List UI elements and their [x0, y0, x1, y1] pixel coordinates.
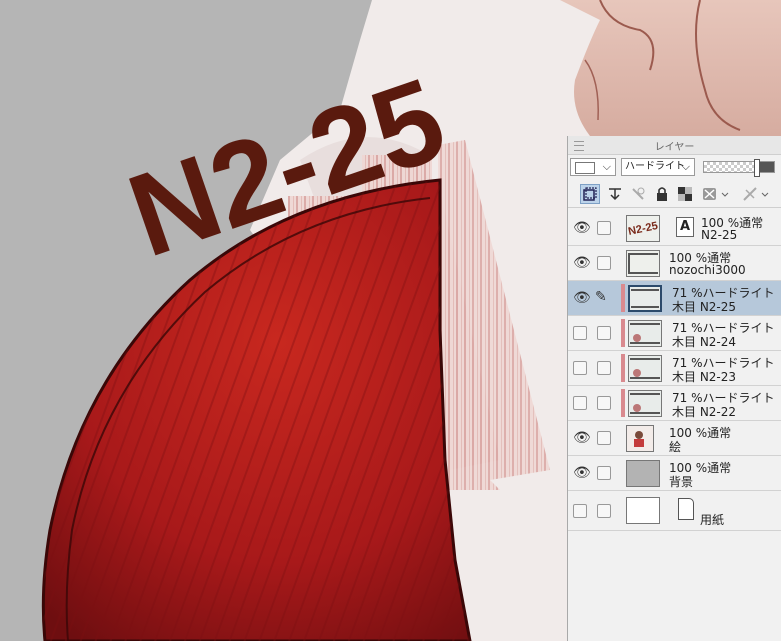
layer-row[interactable]: 👁 N2-25 A 100 %通常 N2-25 [568, 211, 781, 246]
layer-name: 背景 [669, 475, 694, 489]
visibility-checkbox[interactable] [573, 361, 587, 375]
layer-name: 木目 N2-25 [672, 300, 737, 314]
layer-thumbnail [628, 390, 662, 417]
eye-icon[interactable]: 👁 [573, 291, 591, 305]
clipping-indicator [621, 284, 625, 312]
new-layer-icon[interactable] [580, 184, 600, 204]
visibility-checkbox[interactable] [573, 326, 587, 340]
layer-lock-checkbox[interactable] [597, 326, 611, 340]
layer-lock-checkbox[interactable] [597, 361, 611, 375]
layer-row[interactable]: 71 %ハードライト 木目 N2-24 [568, 316, 781, 351]
visibility-checkbox[interactable] [573, 396, 587, 410]
layer-thumbnail [626, 497, 660, 524]
mask-icon[interactable] [700, 184, 734, 204]
layer-row[interactable]: 71 %ハードライト 木目 N2-23 [568, 351, 781, 386]
layer-thumbnail [626, 460, 660, 487]
layer-row[interactable]: 71 %ハードライト 木目 N2-22 [568, 386, 781, 421]
layer-row[interactable]: 👁 100 %通常 nozochi3000 [568, 246, 781, 281]
layer-thumbnail [626, 425, 654, 452]
clipping-indicator [621, 319, 625, 347]
chevron-down-icon: ⌵ [681, 160, 690, 173]
layer-lock-checkbox[interactable] [597, 504, 611, 518]
layer-name: 木目 N2-23 [672, 370, 737, 384]
transfer-icon[interactable] [605, 184, 625, 204]
layer-lock-checkbox[interactable] [597, 256, 611, 270]
layer-name: 木目 N2-22 [672, 405, 737, 419]
lock-icon[interactable] [652, 184, 672, 204]
clipping-indicator [621, 354, 625, 382]
layer-name: 絵 [669, 440, 682, 454]
opacity-slider[interactable] [703, 159, 775, 177]
eye-icon[interactable]: 👁 [573, 221, 591, 235]
layer-color-dropdown[interactable]: ⌵ [570, 158, 616, 176]
layer-thumbnail [628, 355, 662, 382]
layer-thumbnail [628, 320, 662, 347]
layer-thumbnail [628, 285, 662, 312]
layer-row[interactable]: 👁 100 %通常 絵 [568, 421, 781, 456]
layer-row[interactable]: 👁 100 %通常 背景 [568, 456, 781, 491]
layer-thumbnail [626, 250, 660, 277]
palette-title: レイヤー [654, 142, 695, 153]
blend-mode-value: ハードライト [625, 161, 685, 172]
palette-toolbar [568, 181, 781, 208]
layer-name: 用紙 [700, 513, 725, 527]
layer-row-selected[interactable]: 👁 ✎ 71 %ハードライト 木目 N2-25 [568, 281, 781, 316]
palette-top-controls: ⌵ ハードライト ⌵ [568, 155, 781, 179]
palette-title-bar[interactable]: レイヤー [568, 136, 781, 155]
lock-transparent-icon[interactable] [628, 184, 648, 204]
blend-mode-dropdown[interactable]: ハードライト ⌵ [621, 158, 695, 176]
layer-lock-checkbox[interactable] [597, 431, 611, 445]
layer-name: 木目 N2-24 [672, 335, 737, 349]
layer-color-swatch [575, 162, 595, 174]
chevron-down-icon: ⌵ [602, 160, 611, 173]
layer-lock-checkbox[interactable] [597, 221, 611, 235]
checker-icon[interactable] [675, 184, 695, 204]
eye-icon[interactable]: 👁 [573, 466, 591, 480]
layer-thumbnail: N2-25 [626, 215, 660, 242]
layer-palette: レイヤー ⌵ ハードライト ⌵ 👁 N2-25 A 100 %通常 N2-25 … [567, 136, 781, 641]
svg-text:N2-25: N2-25 [627, 220, 659, 238]
layer-lock-checkbox[interactable] [597, 466, 611, 480]
layer-name: N2-25 [701, 228, 738, 242]
visibility-checkbox[interactable] [573, 504, 587, 518]
layer-row[interactable]: 用紙 [568, 491, 781, 531]
clip-icon[interactable] [740, 184, 774, 204]
layer-lock-checkbox[interactable] [597, 396, 611, 410]
opacity-slider-fill [758, 162, 774, 172]
clipping-indicator [621, 389, 625, 417]
pen-icon: ✎ [595, 289, 607, 305]
paper-icon [678, 498, 694, 520]
layer-name: nozochi3000 [669, 263, 746, 277]
opacity-slider-knob[interactable] [754, 159, 760, 177]
vector-layer-icon: A [676, 217, 694, 237]
eye-icon[interactable]: 👁 [573, 431, 591, 445]
eye-icon[interactable]: 👁 [573, 256, 591, 270]
